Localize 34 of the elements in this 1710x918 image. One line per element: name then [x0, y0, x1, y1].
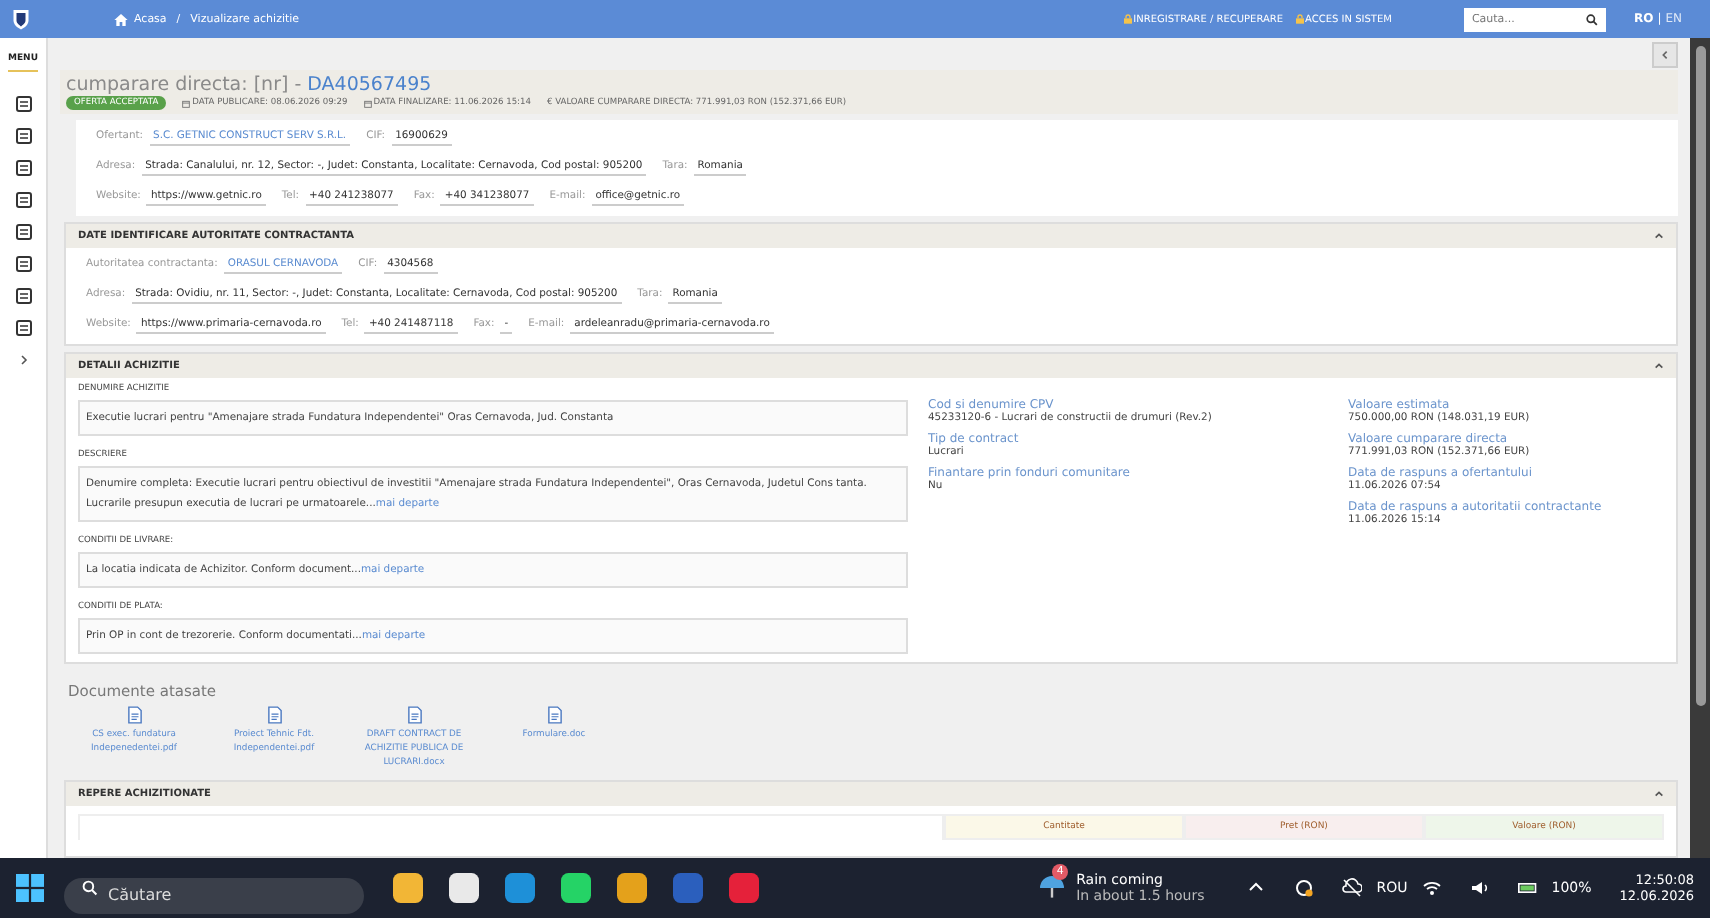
- page-title: cumparare directa: [nr] - DA40567495: [66, 74, 434, 96]
- caret-icon[interactable]: [1654, 362, 1664, 370]
- sync-icon[interactable]: [1294, 878, 1315, 898]
- volume-icon[interactable]: [1469, 878, 1490, 898]
- file-icon: [127, 706, 141, 724]
- sidebar-icon[interactable]: [13, 94, 33, 114]
- search-icon[interactable]: [1585, 13, 1598, 25]
- taskbar-search-field[interactable]: Căutare: [64, 877, 364, 913]
- sidebar-icon[interactable]: [13, 286, 33, 306]
- home-icon[interactable]: [114, 13, 128, 25]
- sidebar-icon[interactable]: [13, 222, 33, 242]
- windows-start-icon[interactable]: [16, 874, 44, 902]
- lock-icon: [1295, 14, 1304, 24]
- file-icon: [407, 706, 421, 724]
- chevron-left-icon: [1660, 50, 1670, 60]
- caret-icon[interactable]: [1654, 232, 1664, 240]
- calendar-icon: [182, 99, 191, 107]
- sidebar-icon[interactable]: [13, 126, 33, 146]
- search-icon: [82, 880, 98, 896]
- cloud-off-icon[interactable]: [1342, 878, 1363, 898]
- lock-icon: [1123, 14, 1132, 24]
- sidebar-icon[interactable]: [13, 158, 33, 178]
- scrollbar[interactable]: [1690, 38, 1710, 858]
- battery-icon[interactable]: [1517, 878, 1538, 898]
- caret-icon[interactable]: [1654, 790, 1664, 798]
- file-icon: [267, 706, 281, 724]
- sidebar-icon[interactable]: [13, 190, 33, 210]
- wifi-icon[interactable]: [1421, 878, 1442, 898]
- umbrella-icon[interactable]: [1040, 876, 1065, 900]
- sidebar-icon[interactable]: [13, 254, 33, 274]
- shield-logo-icon[interactable]: [12, 8, 30, 30]
- calendar-icon: [363, 99, 372, 107]
- file-icon: [547, 706, 561, 724]
- sidebar-icon[interactable]: [13, 318, 33, 338]
